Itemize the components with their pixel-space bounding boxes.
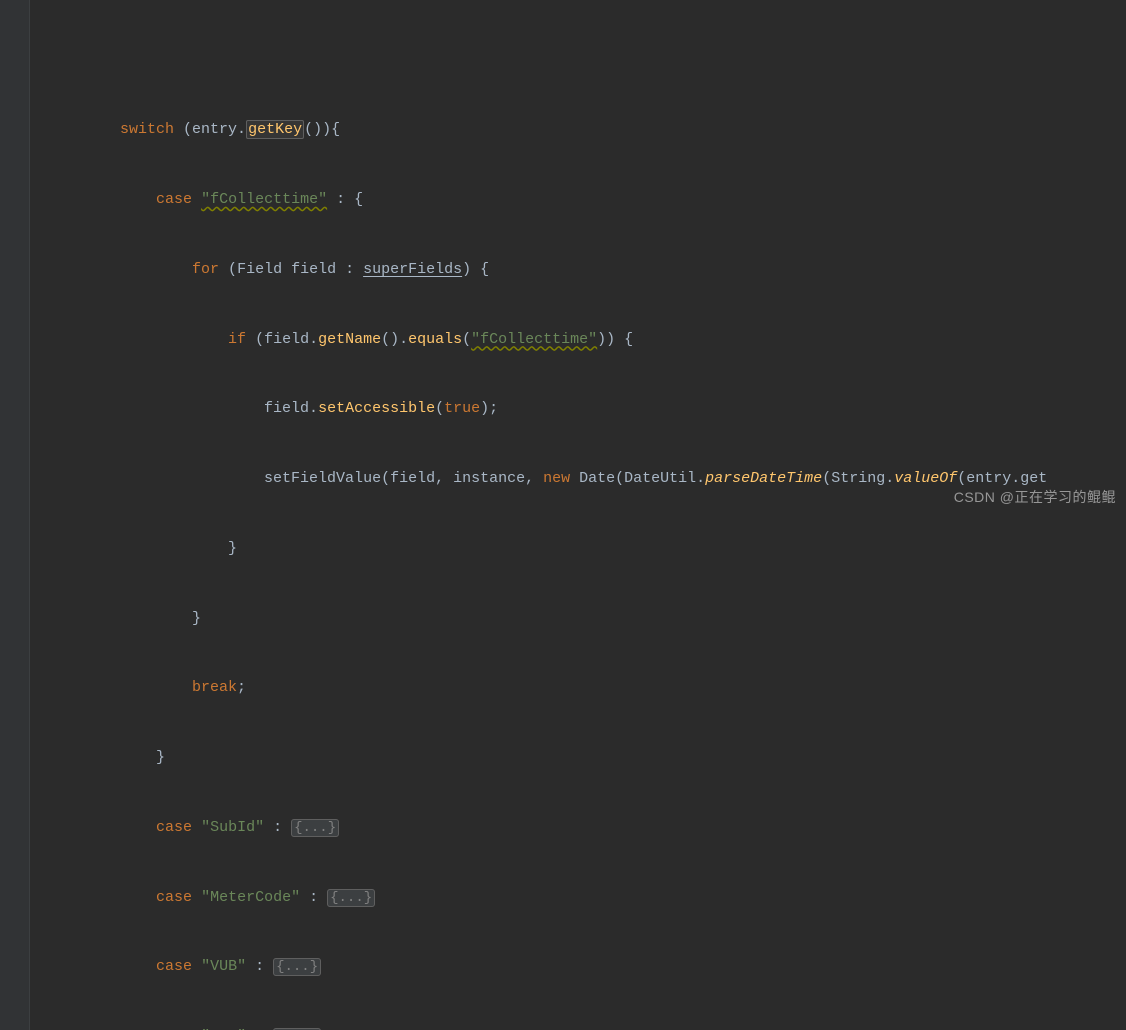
fold-region[interactable]: {...} bbox=[273, 958, 321, 976]
code-line: case "MeterCode" : {...} bbox=[30, 886, 1126, 909]
keyword-true: true bbox=[444, 400, 480, 417]
type: Date bbox=[579, 470, 615, 487]
fold-region[interactable]: {...} bbox=[273, 1028, 321, 1030]
static-method: parseDateTime bbox=[705, 470, 822, 487]
keyword-if: if bbox=[228, 331, 246, 348]
brace: } bbox=[228, 540, 237, 557]
code-line: switch (entry.getKey()){ bbox=[30, 118, 1126, 141]
fold-region[interactable]: {...} bbox=[327, 889, 375, 907]
string-literal: "CUB" bbox=[201, 1028, 246, 1030]
method-call: getName bbox=[318, 331, 381, 348]
keyword-case: case bbox=[156, 1028, 192, 1030]
code-line: } bbox=[30, 746, 1126, 769]
code-line: break; bbox=[30, 676, 1126, 699]
code-line: for (Field field : superFields) { bbox=[30, 258, 1126, 281]
method-call: setAccessible bbox=[318, 400, 435, 417]
code-area[interactable]: switch (entry.getKey()){ case "fCollectt… bbox=[0, 70, 1126, 1030]
brace: } bbox=[156, 749, 165, 766]
keyword-new: new bbox=[543, 470, 570, 487]
keyword-break: break bbox=[192, 679, 237, 696]
string-literal: "MeterCode" bbox=[201, 889, 300, 906]
code-line: } bbox=[30, 607, 1126, 630]
watermark: CSDN @正在学习的鲲鲲 bbox=[954, 487, 1116, 509]
method-call: equals bbox=[408, 331, 462, 348]
code-line: } bbox=[30, 537, 1126, 560]
code-line: case "fCollecttime" : { bbox=[30, 188, 1126, 211]
string-literal: "fCollecttime" bbox=[201, 191, 327, 208]
method-call: getKey bbox=[246, 120, 304, 139]
code-line: field.setAccessible(true); bbox=[30, 397, 1126, 420]
type: Field bbox=[237, 261, 282, 278]
string-literal: "SubId" bbox=[201, 819, 264, 836]
keyword-case: case bbox=[156, 191, 192, 208]
brace: } bbox=[192, 610, 201, 627]
code-line: case "VUB" : {...} bbox=[30, 955, 1126, 978]
keyword-for: for bbox=[192, 261, 219, 278]
code-line: case "CUB" : {...} bbox=[30, 1025, 1126, 1030]
keyword-switch: switch bbox=[120, 121, 174, 138]
keyword-case: case bbox=[156, 958, 192, 975]
fold-region[interactable]: {...} bbox=[291, 819, 339, 837]
string-literal: "VUB" bbox=[201, 958, 246, 975]
keyword-case: case bbox=[156, 819, 192, 836]
variable: superFields bbox=[363, 261, 462, 278]
gutter bbox=[0, 0, 30, 1030]
keyword-case: case bbox=[156, 889, 192, 906]
code-editor[interactable]: switch (entry.getKey()){ case "fCollectt… bbox=[0, 0, 1126, 1030]
code-line: case "SubId" : {...} bbox=[30, 816, 1126, 839]
string-literal: "fCollecttime" bbox=[471, 331, 597, 348]
static-method: valueOf bbox=[894, 470, 957, 487]
code-line: if (field.getName().equals("fCollecttime… bbox=[30, 328, 1126, 351]
